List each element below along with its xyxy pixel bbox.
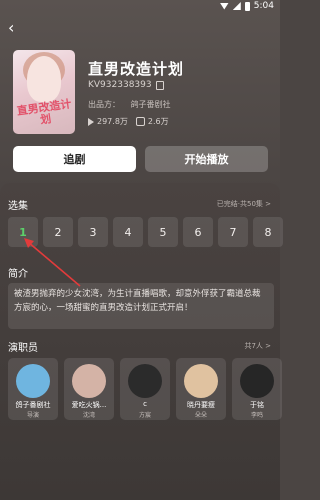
episodes-more-link[interactable]: 已完结·共50集 > <box>217 199 271 209</box>
like-count: 2.6万 <box>147 117 169 126</box>
cast-name: 鸽子番剧社 <box>15 401 51 409</box>
producer-name[interactable]: 鸽子番剧社 <box>131 100 171 109</box>
start-play-button[interactable]: 开始播放 <box>145 146 268 172</box>
episode-item[interactable]: 6 <box>183 217 213 247</box>
stats-row: 297.8万 2.6万 <box>88 116 169 127</box>
avatar <box>184 364 218 398</box>
cast-more-link[interactable]: 共7人 > <box>244 341 271 351</box>
avatar <box>240 364 274 398</box>
annotation-arrow <box>24 238 81 287</box>
drama-title: 直男改造计划 <box>88 60 185 78</box>
avatar <box>128 364 162 398</box>
battery-icon <box>244 1 250 11</box>
cast-name: 爱吃火锅... <box>71 401 107 409</box>
signal-icon <box>232 2 241 10</box>
cast-name: 于铭 <box>250 401 264 409</box>
copy-icon[interactable] <box>155 80 164 90</box>
back-arrow-icon[interactable]: ‹ <box>8 20 24 36</box>
cast-name: 晓丹要瘦 <box>187 401 215 409</box>
play-count: 297.8万 <box>97 117 128 126</box>
wifi-icon <box>219 2 229 10</box>
cast-list: 鸽子番剧社 导演 爱吃火锅... 沈湾 c 方宸 晓丹要瘦 朵朵 于铭 李鸣 <box>8 358 282 420</box>
cast-role: 李鸣 <box>250 412 263 419</box>
producer-info: 出品方： 鸽子番剧社 <box>88 100 171 109</box>
cast-card[interactable]: 鸽子番剧社 导演 <box>8 358 58 420</box>
follow-button[interactable]: 追剧 <box>13 146 136 172</box>
cast-card[interactable]: c 方宸 <box>120 358 170 420</box>
episode-item[interactable]: 4 <box>113 217 143 247</box>
play-count-icon <box>88 117 94 126</box>
cover-title: 直男改造计划 <box>15 97 73 127</box>
cast-name: c <box>143 400 147 408</box>
cast-card[interactable]: 于铭 李鸣 <box>232 358 282 420</box>
drama-code: KV932338393 <box>88 80 164 90</box>
cast-role: 朵朵 <box>194 412 207 419</box>
avatar <box>16 364 50 398</box>
like-icon <box>135 117 145 126</box>
episodes-title: 选集 <box>8 201 28 212</box>
episode-item[interactable]: 5 <box>148 217 178 247</box>
status-time: 5:04 <box>253 1 274 11</box>
avatar <box>72 364 106 398</box>
drama-cover: 直男改造计划 <box>13 50 75 134</box>
episode-item[interactable]: 8 <box>253 217 283 247</box>
status-bar: 5:04 <box>0 0 280 14</box>
cast-role: 沈湾 <box>82 412 95 419</box>
cast-card[interactable]: 爱吃火锅... 沈湾 <box>64 358 114 420</box>
cast-title: 演职员 <box>8 343 38 354</box>
cast-role: 方宸 <box>138 412 151 419</box>
cast-card[interactable]: 晓丹要瘦 朵朵 <box>176 358 226 420</box>
cast-role: 导演 <box>26 412 39 419</box>
episode-item[interactable]: 7 <box>218 217 248 247</box>
